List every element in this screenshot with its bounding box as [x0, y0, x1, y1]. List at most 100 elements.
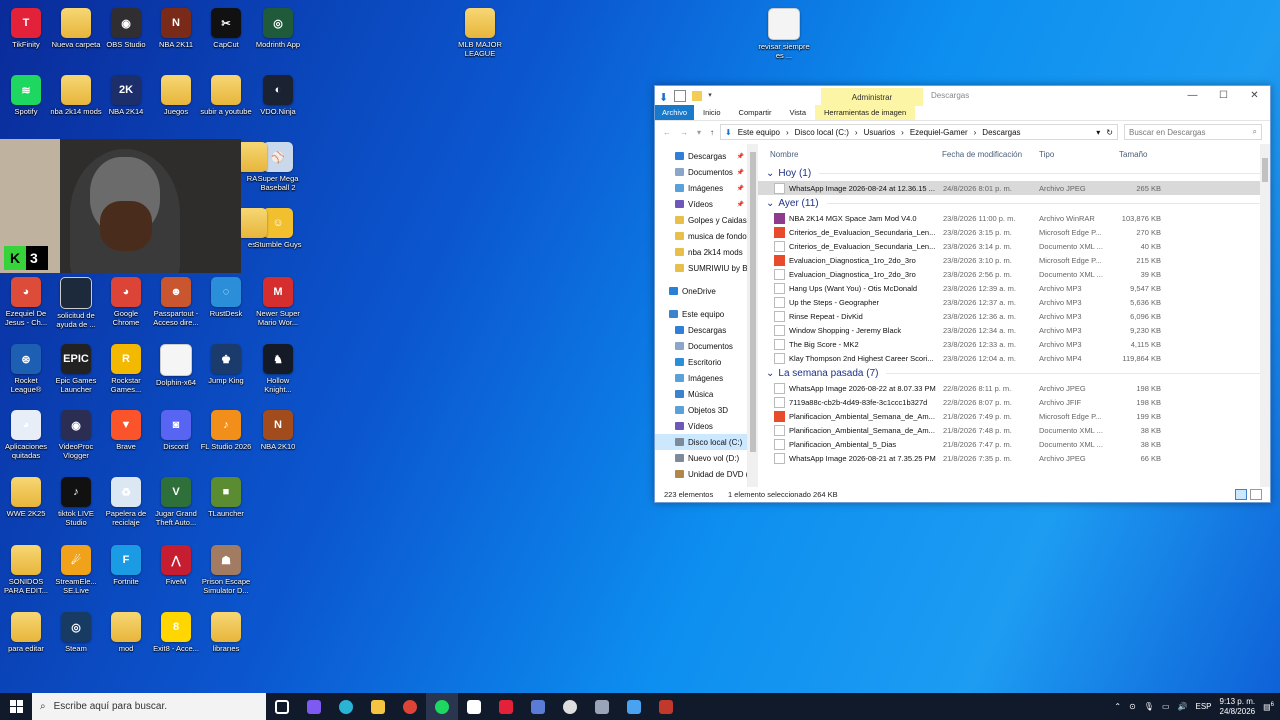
group-header[interactable]: ⌄ Ayer (11)	[758, 195, 1270, 211]
file-list[interactable]: Nombre Fecha de modificación Tipo Tamaño…	[758, 144, 1270, 487]
desktop-icon[interactable]: 2K NBA 2K14	[100, 75, 152, 116]
desktop-icon[interactable]: ◉ VideoProc Vlogger	[50, 410, 102, 460]
file-row[interactable]: The Big Score - MK2 23/8/2026 12:33 a. m.…	[758, 337, 1270, 351]
desktop-icon[interactable]: ◌ RustDesk	[200, 277, 252, 318]
breadcrumb-user[interactable]: Ezequiel-Gamer	[910, 128, 968, 137]
desktop-icon[interactable]: WWE 2K25	[0, 477, 52, 518]
file-row[interactable]: WhatsApp Image 2026-08-24 at 12.36.15 ..…	[758, 181, 1270, 195]
details-view-icon[interactable]	[1235, 489, 1247, 500]
file-row[interactable]: 7119a88c-cb2b-4d49-83fe-3c1ccc1b327d 22/8…	[758, 395, 1270, 409]
desktop-icon[interactable]: Dolphin-x64	[150, 344, 202, 387]
desktop-icon[interactable]: ♪ tiktok LIVE Studio	[50, 477, 102, 527]
nav-item[interactable]: musica de fondo	[655, 228, 747, 244]
desktop-icon[interactable]: ◕ Google Chrome	[100, 277, 152, 327]
minimize-button[interactable]: —	[1177, 86, 1208, 105]
address-bar[interactable]: ⬇ Este equipo › Disco local (C:) › Usuario…	[720, 124, 1118, 140]
desktop-icon[interactable]: mod	[100, 612, 152, 653]
nav-item[interactable]: nba 2k14 mods	[655, 244, 747, 260]
nav-item[interactable]: Vídeos 📌	[655, 196, 747, 212]
desktop-icon[interactable]: Nueva carpeta	[50, 8, 102, 49]
group-header[interactable]: ⌄ Hoy (1)	[758, 165, 1270, 181]
close-button[interactable]: ✕	[1239, 86, 1270, 105]
taskbar-search[interactable]: ⌕ Escribe aquí para buscar.	[32, 693, 266, 720]
new-folder-icon[interactable]	[692, 90, 703, 101]
chevron-down-icon[interactable]: ▾	[708, 91, 712, 101]
forward-arrow-icon[interactable]: →	[680, 128, 688, 137]
file-row[interactable]: Up the Steps - Geographer 23/8/2026 12:37…	[758, 295, 1270, 309]
taskbar-app-edge[interactable]	[330, 693, 362, 720]
desktop-icon[interactable]: ⋀ FiveM	[150, 545, 202, 586]
column-type[interactable]: Tipo	[1039, 150, 1119, 159]
column-name[interactable]: Nombre	[770, 150, 942, 159]
nav-item[interactable]: Música	[655, 386, 747, 402]
navigation-pane[interactable]: Descargas 📌 Documentos 📌 Imágenes 📌 Vídeos 📌 Gol…	[655, 144, 748, 487]
desktop-icon[interactable]: solicitud de ayuda de ...	[50, 277, 102, 329]
nav-item[interactable]: Unidad de DVD (	[655, 466, 747, 482]
desktop-icon[interactable]: Juegos	[150, 75, 202, 116]
desktop-icon[interactable]: ☻ Passpartout - Acceso dire...	[150, 277, 202, 327]
desktop-icon[interactable]: ◐ VDO.Ninja	[252, 75, 304, 116]
desktop-icon[interactable]: R Rockstar Games...	[100, 344, 152, 394]
location-icon[interactable]: ⊙	[1129, 702, 1136, 711]
nav-item[interactable]: Disco local (C:)	[655, 434, 747, 450]
file-row[interactable]: Planificacion_Ambiental_5_Dias 21/8/2026 …	[758, 437, 1270, 451]
nav-item[interactable]: Imágenes	[655, 370, 747, 386]
desktop-icon[interactable]: ◎ Steam	[50, 612, 102, 653]
nav-item[interactable]: Golpes y Caidas	[655, 212, 747, 228]
taskbar-app-tikfinity[interactable]	[490, 693, 522, 720]
file-row[interactable]: Window Shopping - Jeremy Black 23/8/2026 …	[758, 323, 1270, 337]
desktop-icon[interactable]: M Newer Super Mario Wor...	[252, 277, 304, 327]
taskbar-app-chrome[interactable]	[394, 693, 426, 720]
nav-item[interactable]: Imágenes 📌	[655, 180, 747, 196]
desktop-icon[interactable]: ♚ Jump King	[200, 344, 252, 385]
desktop-icon[interactable]: revisar siempre es ...	[758, 8, 810, 60]
desktop-icon[interactable]: ◕ Aplicaciones quitadas	[0, 410, 52, 460]
context-tab-administrar[interactable]: Administrar	[821, 88, 923, 106]
taskbar-app-obs[interactable]	[554, 693, 586, 720]
desktop-icon[interactable]: ◎ Modrinth App	[252, 8, 304, 49]
file-row[interactable]: Evaluacion_Diagnostica_1ro_2do_3ro 23/8/2…	[758, 267, 1270, 281]
file-row[interactable]: Criterios_de_Evaluacion_Secundaria_Len..…	[758, 239, 1270, 253]
desktop-icon[interactable]: ⊛ Rocket League®	[0, 344, 52, 394]
nav-item[interactable]: Documentos 📌	[655, 164, 747, 180]
network-icon[interactable]: ▭	[1162, 702, 1170, 711]
column-date[interactable]: Fecha de modificación	[942, 150, 1039, 159]
taskbar-app-game-app[interactable]	[650, 693, 682, 720]
nav-item[interactable]: Descargas	[655, 322, 747, 338]
taskbar-app-notepad[interactable]	[458, 693, 490, 720]
tab-archivo[interactable]: Archivo	[655, 105, 695, 120]
file-row[interactable]: Rinse Repeat - DivKid 23/8/2026 12:36 a. …	[758, 309, 1270, 323]
desktop-icon[interactable]: N NBA 2K11	[150, 8, 202, 49]
download-arrow-icon[interactable]: ⬇	[659, 91, 668, 104]
chevron-down-icon[interactable]: ▾	[1096, 128, 1100, 137]
tab-inicio[interactable]: Inicio	[694, 108, 730, 117]
nav-item[interactable]: SUMRIWIU by BI	[655, 260, 747, 276]
desktop-icon[interactable]: ✂ CapCut	[200, 8, 252, 49]
column-size[interactable]: Tamaño	[1119, 150, 1147, 159]
file-row[interactable]: NBA 2K14 MGX Space Jam Mod V4.0 23/8/2026…	[758, 211, 1270, 225]
search-input[interactable]: Buscar en Descargas ⌕	[1124, 124, 1262, 140]
nav-item[interactable]: OneDrive	[655, 283, 747, 299]
desktop-icon[interactable]: para editar	[0, 612, 52, 653]
breadcrumb-disco-local[interactable]: Disco local (C:)	[795, 128, 849, 137]
desktop-icon[interactable]: ☗ Prison Escape Simulator D...	[200, 545, 252, 595]
desktop-icon[interactable]: ◉ OBS Studio	[100, 8, 152, 49]
breadcrumb-descargas[interactable]: Descargas	[982, 128, 1020, 137]
up-arrow-icon[interactable]: ↑	[710, 128, 714, 137]
desktop-icon[interactable]: F Fortnite	[100, 545, 152, 586]
taskbar-app-copilot[interactable]	[298, 693, 330, 720]
desktop-icon[interactable]: ◕ Ezequiel De Jesus - Ch...	[0, 277, 52, 327]
microphone-icon[interactable]: 🎙	[1144, 702, 1154, 711]
nav-item[interactable]: Este equipo	[655, 306, 747, 322]
properties-icon[interactable]	[674, 89, 687, 102]
chevron-down-icon[interactable]: ⌄	[766, 368, 774, 379]
maximize-button[interactable]: ☐	[1208, 86, 1239, 105]
breadcrumb-usuarios[interactable]: Usuarios	[864, 128, 896, 137]
taskbar-app-spotify[interactable]	[426, 693, 458, 720]
nav-item[interactable]: Vídeos	[655, 418, 747, 434]
tab-vista[interactable]: Vista	[780, 108, 815, 117]
desktop-icon[interactable]: ≋ Spotify	[0, 75, 52, 116]
file-row[interactable]: WhatsApp Image 2026-08-21 at 7.35.25 PM 2…	[758, 451, 1270, 465]
desktop-icon[interactable]: ■ TLauncher	[200, 477, 252, 518]
chevron-down-icon[interactable]: ⌄	[766, 168, 774, 179]
